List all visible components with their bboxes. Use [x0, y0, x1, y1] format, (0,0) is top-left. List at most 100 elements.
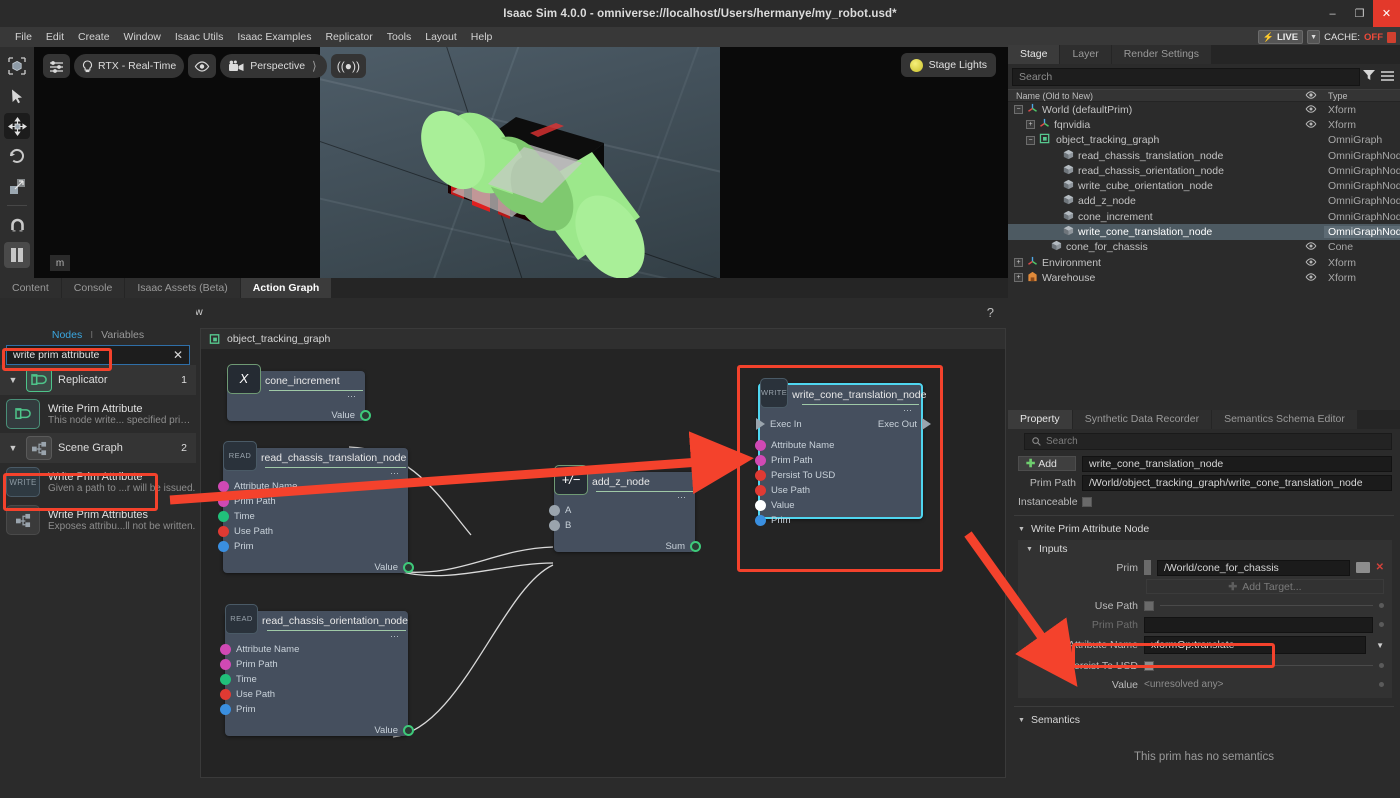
input-prim-field[interactable]: /World/cone_for_chassis: [1157, 559, 1350, 576]
tab-nodes[interactable]: Nodes: [52, 329, 82, 341]
node-list-item[interactable]: Write Prim Attributes Exposes attribu...l…: [0, 501, 196, 539]
camera-selector[interactable]: Perspective ⟩: [220, 54, 327, 78]
port-exec-out[interactable]: Exec Out: [878, 417, 931, 432]
tab-stage[interactable]: Stage: [1008, 45, 1060, 64]
select-mode-icon[interactable]: [4, 53, 30, 79]
inputs-section[interactable]: ▼ Inputs: [1018, 540, 1392, 558]
reset-dot-icon[interactable]: [1379, 682, 1384, 687]
tree-expander[interactable]: −: [1026, 135, 1035, 145]
scale-tool-icon[interactable]: [4, 173, 30, 199]
stage-row-object-tracking-graph[interactable]: − object_tracking_graph OmniGraph: [1008, 133, 1400, 148]
column-type[interactable]: Type: [1324, 91, 1400, 101]
add-property-button[interactable]: ✚ Add: [1018, 456, 1076, 471]
chevron-down-icon[interactable]: ▼: [6, 443, 20, 453]
tab-content[interactable]: Content: [0, 278, 61, 298]
stage-row-environment[interactable]: + Environment Xform: [1008, 255, 1400, 270]
chevron-down-icon[interactable]: ▼: [1307, 30, 1321, 44]
semantics-section[interactable]: ▼ Semantics: [1008, 711, 1400, 729]
port-persist-to-usd[interactable]: Persist To USD: [755, 468, 921, 483]
visibility-toggle-icon[interactable]: [1298, 120, 1324, 130]
port-time[interactable]: Time: [220, 672, 408, 687]
clear-icon[interactable]: ✕: [1376, 562, 1384, 573]
renderer-selector[interactable]: RTX - Real-Time: [74, 54, 185, 78]
reset-dot-icon[interactable]: [1379, 603, 1384, 608]
instanceable-checkbox[interactable]: [1082, 496, 1092, 507]
reset-dot-icon[interactable]: [1379, 663, 1384, 668]
tree-expander[interactable]: +: [1014, 258, 1023, 268]
menu-create[interactable]: Create: [71, 27, 117, 47]
stage-tree[interactable]: − World (defaultPrim) Xform + fqnvidia Xform −…: [1008, 102, 1400, 286]
move-tool-icon[interactable]: [4, 113, 30, 139]
stage-row-world-defaultprim-[interactable]: − World (defaultPrim) Xform: [1008, 102, 1400, 117]
port-exec-in[interactable]: Exec In: [756, 417, 802, 432]
reset-dot-icon[interactable]: [1379, 622, 1384, 627]
tree-expander[interactable]: −: [1014, 105, 1023, 115]
port-attribute-name[interactable]: Attribute Name: [218, 479, 408, 494]
menu-tools[interactable]: Tools: [380, 27, 419, 47]
port-value[interactable]: Value: [227, 408, 371, 423]
pause-play-icon[interactable]: [4, 242, 30, 268]
port-use-path[interactable]: Use Path: [755, 483, 921, 498]
use-path-checkbox[interactable]: [1144, 600, 1154, 611]
attribute-name-field[interactable]: xformOp:translate: [1144, 636, 1367, 654]
options-menu-icon[interactable]: [1378, 70, 1396, 84]
graph-canvas[interactable]: Xcone_increment ⋯ Value READ read_chassis_tr…: [201, 349, 1005, 777]
node-list-item[interactable]: Write Prim Attribute This node write... s…: [0, 395, 196, 433]
chevron-down-icon[interactable]: ▼: [6, 375, 20, 385]
graph-node-cone_increment[interactable]: Xcone_increment ⋯ Value: [227, 363, 371, 423]
port-prim-path[interactable]: Prim Path: [220, 657, 408, 672]
port-use-path[interactable]: Use Path: [218, 524, 408, 539]
chevron-down-icon[interactable]: ▼: [1372, 641, 1384, 650]
tab-synthetic-data-recorder[interactable]: Synthetic Data Recorder: [1072, 410, 1212, 429]
sensor-button[interactable]: ((●)): [330, 54, 366, 78]
port-prim-path[interactable]: Prim Path: [218, 494, 408, 509]
menu-isaac-examples[interactable]: Isaac Examples: [230, 27, 318, 47]
port-a[interactable]: A: [549, 503, 695, 518]
viewport-settings-button[interactable]: [43, 54, 70, 78]
filter-icon[interactable]: [1360, 70, 1378, 84]
tree-expander[interactable]: +: [1026, 120, 1035, 130]
menu-file[interactable]: File: [8, 27, 39, 47]
port-sum[interactable]: Sum: [554, 539, 701, 554]
cursor-tool-icon[interactable]: [4, 83, 30, 109]
port-prim-path[interactable]: Prim Path: [755, 453, 921, 468]
graph-node-write_cone_translation_node[interactable]: WRITE write_cone_translation_node ⋯ Exec In…: [755, 377, 931, 526]
help-icon[interactable]: ?: [987, 305, 994, 320]
column-name[interactable]: Name (Old to New): [1008, 91, 1298, 101]
folder-icon[interactable]: [1355, 562, 1370, 573]
stage-row-read-chassis-orientation-node[interactable]: read_chassis_orientation_node OmniGraphNo…: [1008, 163, 1400, 178]
drag-handle[interactable]: [1144, 560, 1151, 575]
port-value[interactable]: Value: [225, 723, 414, 738]
visibility-toggle-icon[interactable]: [1298, 104, 1324, 115]
port-attribute-name[interactable]: Attribute Name: [220, 642, 408, 657]
tab-render-settings[interactable]: Render Settings: [1111, 45, 1212, 64]
rotate-tool-icon[interactable]: [4, 143, 30, 169]
stage-row-write-cube-orientation-node[interactable]: write_cube_orientation_node OmniGraphNode: [1008, 178, 1400, 193]
menu-window[interactable]: Window: [117, 27, 168, 47]
prim-name-field[interactable]: write_cone_translation_node: [1082, 455, 1392, 472]
node-list-item[interactable]: WRITE Write Prim Attribute Given a path to…: [0, 463, 196, 501]
clear-search-icon[interactable]: ✕: [173, 348, 183, 362]
tab-property[interactable]: Property: [1008, 410, 1072, 429]
input-prim-path-field[interactable]: [1144, 616, 1373, 633]
graph-canvas-panel[interactable]: object_tracking_graph Xcone_increment ⋯ Va…: [200, 328, 1006, 778]
node-search-box[interactable]: ✕: [6, 345, 190, 365]
prim-path-field[interactable]: /World/object_tracking_graph/write_cone_…: [1082, 474, 1392, 491]
menu-isaac-utils[interactable]: Isaac Utils: [168, 27, 230, 47]
tab-isaac-assets[interactable]: Isaac Assets (Beta): [125, 278, 240, 298]
port-attribute-name[interactable]: Attribute Name: [755, 438, 921, 453]
cache-icon[interactable]: [1387, 31, 1396, 43]
write-prim-attribute-node-section[interactable]: ▼ Write Prim Attribute Node: [1008, 520, 1400, 538]
tab-console[interactable]: Console: [61, 278, 125, 298]
visibility-button[interactable]: [188, 54, 217, 78]
tab-semantics-schema-editor[interactable]: Semantics Schema Editor: [1212, 410, 1357, 429]
chevron-right-icon[interactable]: ⟩: [310, 59, 319, 73]
graph-node-read_chassis_orientation_node[interactable]: READ read_chassis_orientation_node ⋯ Attrib…: [220, 603, 414, 738]
add-target-button[interactable]: ✚ Add Target...: [1146, 579, 1384, 594]
port-prim[interactable]: Prim: [220, 702, 408, 717]
port-time[interactable]: Time: [218, 509, 408, 524]
close-button[interactable]: ✕: [1373, 0, 1400, 27]
stage-search-input[interactable]: Search: [1012, 68, 1360, 86]
stage-row-write-cone-translation-node[interactable]: write_cone_translation_node OmniGraphNode: [1008, 224, 1400, 240]
tab-layer[interactable]: Layer: [1060, 45, 1111, 64]
